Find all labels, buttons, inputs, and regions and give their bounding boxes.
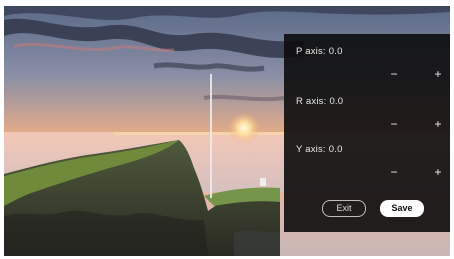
axis-row-p: P axis: 0.0 − + (284, 46, 450, 92)
axis-row-y: Y axis: 0.0 − + (284, 144, 450, 190)
p-axis-label: P axis: 0.0 (296, 46, 343, 57)
y-axis-label-text: Y axis: (296, 144, 326, 155)
p-axis-increase-button[interactable]: + (430, 66, 446, 82)
r-axis-increase-button[interactable]: + (430, 116, 446, 132)
r-axis-decrease-button[interactable]: − (386, 116, 402, 132)
p-axis-decrease-button[interactable]: − (386, 66, 402, 82)
y-axis-increase-button[interactable]: + (430, 164, 446, 180)
y-axis-decrease-button[interactable]: − (386, 164, 402, 180)
axis-control-panel: P axis: 0.0 − + R axis: 0.0 − + Y axis: 0.0… (284, 34, 450, 232)
r-axis-label: R axis: 0.0 (296, 96, 343, 107)
axis-row-r: R axis: 0.0 − + (284, 96, 450, 142)
r-axis-value: 0.0 (329, 96, 344, 107)
p-axis-label-text: P axis: (296, 46, 326, 57)
r-axis-label-text: R axis: (296, 96, 327, 107)
p-axis-value: 0.0 (328, 46, 343, 57)
y-axis-label: Y axis: 0.0 (296, 144, 343, 155)
y-axis-value: 0.0 (328, 144, 343, 155)
save-button[interactable]: Save (380, 200, 424, 217)
camera-view: P axis: 0.0 − + R axis: 0.0 − + Y axis: 0.0… (4, 6, 450, 256)
exit-button[interactable]: Exit (322, 200, 366, 217)
vertical-guide-line (210, 74, 212, 198)
